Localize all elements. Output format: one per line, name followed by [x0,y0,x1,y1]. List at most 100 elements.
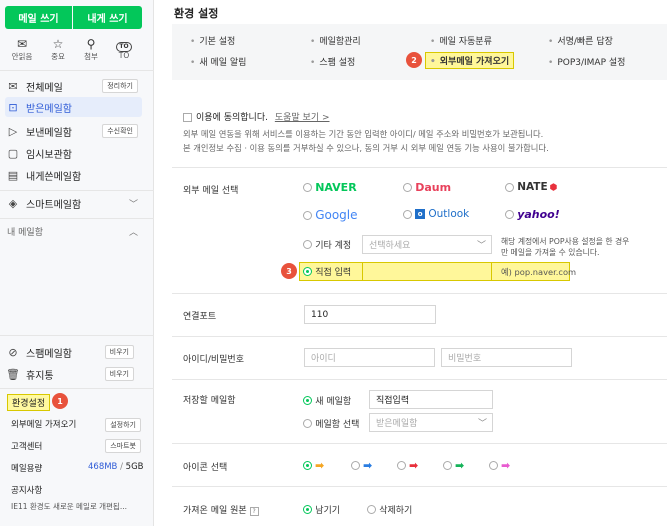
tab-auto-sort[interactable]: 메일 자동분류 [430,34,492,47]
provider-google[interactable]: Google [303,208,358,222]
radio[interactable] [443,461,452,470]
sidebar-item-self-mail[interactable]: ▤ 내게쓴메일함 [5,165,142,185]
radio[interactable] [303,183,312,192]
write-to-self-button[interactable]: 내게 쓰기 [73,6,142,29]
sidebar-item-all-mail[interactable]: ✉ 전체메일 정리하기 [5,76,142,96]
organize-button[interactable]: 정리하기 [102,79,138,93]
radio[interactable] [403,209,412,219]
radio[interactable] [505,210,514,219]
sidebar-item-drafts[interactable]: ▢ 임시보관함 [5,143,142,163]
arrow-icon: ➡ [455,459,465,472]
empty-spam-button[interactable]: 비우기 [104,345,134,359]
radio[interactable] [303,267,312,276]
select-mailbox-option[interactable]: 메일함 선택 [303,417,359,430]
sidebar-item-smart-mailbox[interactable]: ◈ 스마트메일함 ﹀ [5,193,142,213]
tab-mailbox-manage[interactable]: 메일함관리 [310,34,360,47]
tab-new-mail-alert[interactable]: 새 메일 알림 [190,55,246,68]
icon-option-pink[interactable]: ➡ [489,459,510,472]
to-icon: TO [109,37,139,52]
notice-title[interactable]: 공지사항 [11,484,42,496]
provider-nate[interactable]: NATE ⬢ [505,181,557,193]
icon-select-label: 아이콘 선택 [183,463,228,473]
arrow-icon: ➡ [315,459,325,472]
inbox-icon: ⊡ [8,100,18,114]
arrow-icon: ➡ [363,459,373,472]
icon-option-blue[interactable]: ➡ [351,459,372,472]
important-filter[interactable]: ☆ 중요 [43,37,73,62]
direct-server-input[interactable] [362,262,492,281]
tab-basic[interactable]: 기본 설정 [190,34,235,47]
port-input[interactable]: 110 [304,305,436,324]
icon-option-orange[interactable]: ➡ [303,459,324,472]
divider [172,293,667,294]
new-mailbox-option[interactable]: 새 메일함 [303,394,351,407]
my-folders-header[interactable]: 내 메일함 ︿ [5,221,142,241]
to-filter[interactable]: TO TO [109,37,139,60]
smartbot-button[interactable]: 스마트봇 [105,439,141,453]
chevron-down-icon[interactable]: ﹀ [129,197,138,210]
storage-usage: 468MB / 5GB [88,462,144,472]
consent-desc-2: 본 개인정보 수집 · 이용 동의를 거부하실 수 있으나, 동의 거부 시 외… [183,143,549,153]
radio[interactable] [367,505,376,514]
mailbox-select[interactable]: 받은메일함 ﹀ [369,413,493,432]
radio[interactable] [397,461,406,470]
sidebar-item-spam[interactable]: ⊘ 스팸메일함 비우기 [5,342,142,362]
radio[interactable] [303,505,312,514]
notice-text[interactable]: IE11 환경도 새로운 메일로 개편됩... [11,501,151,512]
radio[interactable] [303,461,312,470]
tab-spam[interactable]: 스팸 설정 [310,55,355,68]
radio[interactable] [403,183,412,192]
other-account-select[interactable]: 선택하세요 ﹀ [362,235,492,254]
radio[interactable] [303,240,312,249]
new-mailbox-input[interactable]: 직접입력 [369,390,493,409]
unread-filter[interactable]: ✉ 안읽음 [7,37,37,62]
star-icon: ☆ [52,37,64,51]
attachment-filter[interactable]: ⚲ 첨부 [76,37,106,62]
help-link[interactable]: 도움말 보기 > [275,113,330,123]
icon-option-green[interactable]: ➡ [443,459,464,472]
support-link[interactable]: 고객센터 [11,440,42,452]
chevron-up-icon[interactable]: ︿ [129,225,138,238]
radio[interactable] [303,396,312,405]
layers-icon: ◈ [8,196,18,210]
id-input[interactable]: 아이디 [304,348,435,367]
tab-external-mail[interactable]: 외부메일 가져오기 [425,52,515,69]
consent-row: 이용에 동의합니다. 도움말 보기 > [183,110,330,123]
write-mail-button[interactable]: 메일 쓰기 [5,6,72,29]
port-label: 연결포트 [183,312,217,322]
external-mail-link[interactable]: 외부메일 가져오기 [11,418,76,430]
provider-direct[interactable]: 직접 입력 [303,265,351,278]
help-icon[interactable]: ? [249,507,259,516]
consent-checkbox[interactable] [183,113,192,122]
provider-other[interactable]: 기타 계정 [303,238,351,251]
provider-daum[interactable]: Daum [403,181,451,194]
nate-hex-icon: ⬢ [549,183,558,193]
icon-option-red[interactable]: ➡ [397,459,418,472]
radio[interactable] [303,419,312,428]
radio[interactable] [351,461,360,470]
sidebar-item-trash[interactable]: 🗑 휴지통 비우기 [5,364,142,384]
direct-input-hint: 예) pop.naver.com [501,267,577,277]
divider [0,218,154,219]
provider-yahoo[interactable]: yahoo! [505,208,560,221]
external-settings-button[interactable]: 설정하기 [105,418,141,432]
mail-icon: ✉ [8,79,18,93]
password-input[interactable]: 비밀번호 [441,348,572,367]
radio[interactable] [489,461,498,470]
draft-icon: ▢ [7,146,19,160]
tab-signature[interactable]: 서명/빠른 답장 [548,34,613,47]
divider [0,335,154,336]
divider [172,486,667,487]
sidebar-item-sent[interactable]: ▷ 보낸메일함 수신확인 [5,121,142,141]
provider-outlook[interactable]: o Outlook [403,208,469,220]
delete-original-option[interactable]: 삭제하기 [367,503,412,516]
settings-link[interactable]: 환경설정 [7,394,51,411]
empty-trash-button[interactable]: 비우기 [104,367,134,381]
tab-pop3-imap[interactable]: POP3/IMAP 설정 [548,55,625,68]
read-receipt-button[interactable]: 수신확인 [102,124,138,138]
sidebar-item-inbox[interactable]: ⊡ 받은메일함 [5,97,142,117]
keep-original-option[interactable]: 남기기 [303,503,340,516]
provider-naver[interactable]: NAVER [303,181,357,194]
radio[interactable] [303,210,312,220]
radio[interactable] [505,182,514,192]
